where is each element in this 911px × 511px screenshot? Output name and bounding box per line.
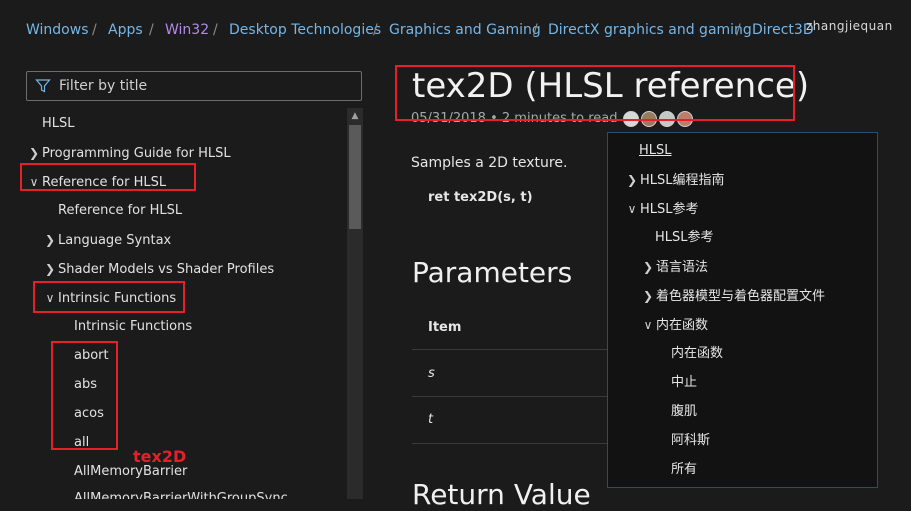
breadcrumb-separator: / (736, 22, 741, 38)
breadcrumb-win32[interactable]: Win32 (165, 22, 209, 38)
annotation-label: tex2D (133, 447, 187, 466)
table-divider (412, 349, 608, 350)
table-header-item: Item (428, 320, 462, 335)
toc-item-label: Language Syntax (58, 233, 172, 248)
toc-item-label: Reference for HLSL (42, 175, 167, 190)
popup-item-reference-page[interactable]: HLSL参考 (655, 228, 714, 248)
toc-item-label: HLSL (42, 116, 75, 131)
toc-item-intrinsic-functions[interactable]: ∨ Intrinsic Functions (44, 288, 177, 308)
popup-item-hlsl[interactable]: HLSL (639, 141, 672, 161)
breadcrumb-apps[interactable]: Apps (108, 22, 143, 38)
toc-item-language-syntax[interactable]: ❯ Language Syntax (44, 230, 171, 250)
breadcrumb-windows[interactable]: Windows (26, 22, 89, 38)
popup-item-label: HLSL编程指南 (640, 173, 725, 188)
popup-item-intrinsic-functions[interactable]: ∨ 内在函数 (642, 315, 708, 335)
syntax-code: ret tex2D(s, t) (428, 190, 533, 205)
toc-item-label: Intrinsic Functions (74, 319, 193, 334)
breadcrumb-separator: / (92, 22, 97, 38)
read-time: 2 minutes to read (501, 111, 618, 126)
chevron-right-icon: ❯ (626, 173, 638, 187)
breadcrumb-desktop-technologies[interactable]: Desktop Technologies (229, 22, 381, 38)
meta-separator-dot: • (490, 111, 502, 126)
contributors[interactable] (623, 111, 695, 127)
toc-scrollbar[interactable]: ▲ (347, 108, 363, 499)
breadcrumb-graphics-and-gaming[interactable]: Graphics and Gaming (389, 22, 541, 38)
avatar[interactable] (623, 111, 639, 127)
breadcrumb-separator: / (149, 22, 154, 38)
breadcrumb-separator: / (213, 22, 218, 38)
breadcrumb-directx[interactable]: DirectX graphics and gaming (548, 22, 752, 38)
popup-item-label: 语言语法 (656, 260, 709, 275)
table-divider (412, 396, 608, 397)
breadcrumb-direct3d[interactable]: Direct3D (752, 22, 814, 38)
parameters-heading: Parameters (412, 256, 573, 289)
chevron-down-icon: ∨ (45, 291, 55, 305)
toc-tree: HLSL ❯ Programming Guide for HLSL ∨ Refere… (0, 108, 347, 499)
chevron-right-icon: ❯ (44, 262, 56, 276)
toc-item-label: abs (74, 377, 97, 392)
popup-item-reference[interactable]: ∨ HLSL参考 (626, 199, 699, 219)
toc-item-all[interactable]: all (74, 433, 89, 453)
toc-item-shader-models[interactable]: ❯ Shader Models vs Shader Profiles (44, 259, 274, 279)
avatar[interactable] (659, 111, 675, 127)
toc-item-label: Shader Models vs Shader Profiles (58, 262, 275, 277)
popup-item-abs[interactable]: 腹肌 (671, 402, 697, 422)
breadcrumb-separator: / (373, 22, 378, 38)
filter-input[interactable]: Filter by title (26, 71, 362, 101)
popup-item-all[interactable]: 所有 (671, 460, 697, 480)
toc-item-label: AllMemoryBarrier (74, 464, 188, 479)
popup-item-shader-models[interactable]: ❯ 着色器模型与着色器配置文件 (642, 286, 825, 306)
filter-placeholder: Filter by title (59, 78, 148, 94)
popup-item-label: 着色器模型与着色器配置文件 (656, 289, 826, 304)
toc-item-programming-guide[interactable]: ❯ Programming Guide for HLSL (28, 143, 231, 163)
chevron-right-icon: ❯ (642, 289, 654, 303)
avatar[interactable] (641, 111, 657, 127)
popup-item-acos[interactable]: 阿科斯 (671, 431, 710, 451)
popup-item-programming-guide[interactable]: ❯ HLSL编程指南 (626, 170, 725, 190)
toc-item-reference[interactable]: ∨ Reference for HLSL (28, 172, 167, 192)
breadcrumb-separator: / (533, 22, 538, 38)
toc-item-label: AllMemoryBarrierWithGroupSync (74, 491, 288, 499)
toc-item-label: Reference for HLSL (58, 203, 183, 218)
table-cell-s: s (428, 366, 435, 381)
toc-item-intrinsic-functions-page[interactable]: Intrinsic Functions (74, 317, 192, 337)
breadcrumb: Windows / Apps / Win32 / Desktop Technol… (0, 0, 911, 62)
avatar[interactable] (677, 111, 693, 127)
return-value-heading: Return Value (412, 478, 591, 511)
popup-item-language-syntax[interactable]: ❯ 语言语法 (642, 257, 708, 277)
toc-item-allmemorybarrierwithgroupsync[interactable]: AllMemoryBarrierWithGroupSync (74, 489, 288, 499)
scroll-thumb[interactable] (349, 125, 361, 229)
chevron-down-icon: ∨ (627, 202, 637, 216)
table-cell-t: t (428, 412, 434, 427)
toc-item-abort[interactable]: abort (74, 346, 109, 366)
chevron-right-icon: ❯ (642, 260, 654, 274)
watermark-text: zhangjiequan (806, 19, 893, 33)
toc-item-label: Programming Guide for HLSL (42, 146, 231, 161)
chevron-down-icon: ∨ (643, 318, 653, 332)
article-date: 05/31/2018 (411, 111, 486, 126)
toc-item-label: Intrinsic Functions (58, 291, 177, 306)
chevron-right-icon: ❯ (44, 233, 56, 247)
popup-item-intrinsic-functions-page[interactable]: 内在函数 (671, 344, 723, 364)
chevron-right-icon: ❯ (28, 146, 40, 160)
toc-item-reference-page[interactable]: Reference for HLSL (58, 201, 182, 221)
popup-item-label: HLSL参考 (640, 202, 699, 217)
toc-item-acos[interactable]: acos (74, 404, 104, 424)
popup-item-abort[interactable]: 中止 (671, 373, 697, 393)
toc-item-label: abort (74, 348, 109, 363)
chevron-down-icon: ∨ (29, 175, 39, 189)
toc-item-hlsl[interactable]: HLSL (42, 114, 75, 134)
page-title: tex2D (HLSL reference) (412, 66, 810, 106)
filter-icon (35, 79, 51, 93)
scroll-up-arrow-icon[interactable]: ▲ (347, 108, 363, 124)
toc-item-label: acos (74, 406, 104, 421)
toc-item-abs[interactable]: abs (74, 375, 97, 395)
article-meta: 05/31/2018 • 2 minutes to read (411, 111, 618, 126)
article-description: Samples a 2D texture. (411, 155, 568, 171)
translation-popup: HLSL ❯ HLSL编程指南 ∨ HLSL参考 HLSL参考 ❯ 语言语法 ❯ 着色器… (607, 132, 878, 488)
table-divider (412, 443, 608, 444)
toc-item-label: all (74, 435, 90, 450)
popup-item-label: 内在函数 (656, 318, 709, 333)
